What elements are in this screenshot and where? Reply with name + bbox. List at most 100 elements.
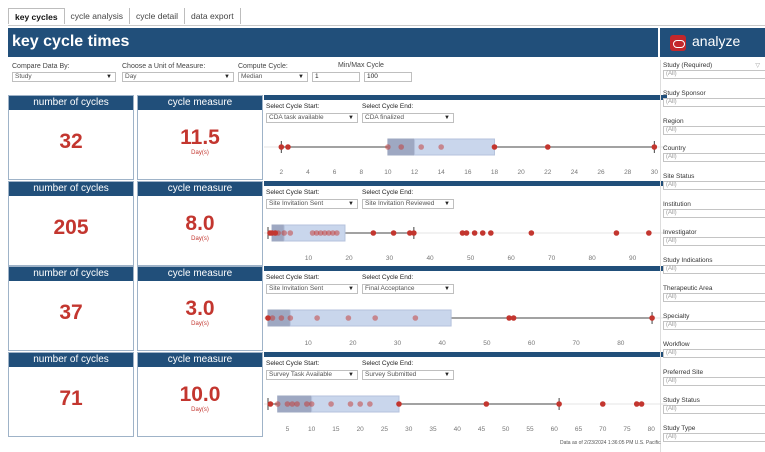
sidebar-filter-value[interactable]: (All): [663, 209, 765, 218]
cycle-start-select[interactable]: Survey Task Available ▼: [266, 370, 358, 380]
min-cycle-input[interactable]: 1: [312, 72, 360, 82]
sidebar-filter-value[interactable]: (All): [663, 377, 765, 386]
data-point: [412, 315, 419, 321]
cycle-count-value: 32: [59, 130, 83, 153]
compute-value: Median: [241, 73, 263, 80]
sidebar-filter[interactable]: Study Type (All): [663, 425, 765, 442]
data-point: [304, 401, 310, 407]
cycle-count-card: number of cycles 32: [8, 95, 134, 180]
page-title: key cycle times: [12, 33, 130, 50]
cycle-count-card: number of cycles 37: [8, 266, 134, 351]
data-point: [347, 401, 354, 407]
tab-cycle-detail[interactable]: cycle detail: [130, 8, 186, 24]
x-tick-label: 8: [359, 169, 363, 176]
x-tick-label: 20: [518, 169, 526, 176]
sidebar-filter[interactable]: Therapeutic Area (All): [663, 285, 765, 302]
sidebar-filter[interactable]: Study Indications (All): [663, 257, 765, 274]
x-tick-label: 25: [381, 426, 389, 433]
x-tick-label: 80: [617, 340, 625, 347]
data-point: [385, 144, 391, 150]
sidebar-filter-value[interactable]: (All): [663, 265, 765, 274]
max-cycle-input[interactable]: 100: [364, 72, 412, 82]
sidebar-filter-value[interactable]: (All): [663, 293, 765, 302]
cycle-measure-card: cycle measure 3.0 Day(s): [137, 266, 263, 351]
sidebar-filter-label: Study Status: [663, 397, 700, 404]
sidebar-filter-value[interactable]: (All): [663, 321, 765, 330]
sidebar-filter-value[interactable]: (All): [663, 126, 765, 135]
brand-logo-icon: [670, 35, 686, 51]
chart-header-bar: [264, 266, 667, 271]
cycle-measure-card: cycle measure 11.5 Day(s): [137, 95, 263, 180]
data-point: [411, 230, 417, 236]
data-point: [269, 315, 276, 321]
cycle-start-value: CDA task available: [269, 114, 324, 121]
chevron-down-icon: ▼: [444, 115, 450, 121]
x-tick-label: 5: [286, 426, 290, 433]
data-point: [367, 401, 373, 407]
sidebar-filter-label: Institution: [663, 201, 691, 208]
sidebar-filter-label: Study Indications: [663, 257, 713, 264]
cycle-start-label: Select Cycle Start:: [266, 103, 320, 110]
x-tick-label: 6: [333, 169, 337, 176]
cycle-measure-header: cycle measure: [138, 182, 262, 196]
cycle-end-select[interactable]: Survey Submitted ▼: [362, 370, 454, 380]
sidebar-filter[interactable]: Institution (All): [663, 201, 765, 218]
sidebar-filter-value[interactable]: (All): [663, 98, 765, 107]
x-tick-label: 65: [575, 426, 583, 433]
data-point: [294, 401, 300, 407]
chevron-down-icon: ▼: [444, 372, 450, 378]
cycle-start-select[interactable]: Site Invitation Sent ▼: [266, 199, 358, 209]
sidebar-filter-value[interactable]: (All): [663, 349, 765, 358]
sidebar-filter[interactable]: Specialty (All): [663, 313, 765, 330]
x-tick-label: 30: [405, 426, 413, 433]
cycle-start-select[interactable]: CDA task available ▼: [266, 113, 358, 123]
cycle-end-label: Select Cycle End:: [362, 274, 414, 281]
sidebar-filter-label: Study (Required): [663, 62, 713, 69]
unit-select[interactable]: Day ▼: [122, 72, 234, 82]
sidebar-filter[interactable]: Preferred Site (All): [663, 369, 765, 386]
sidebar-filter-value[interactable]: (All): [663, 181, 765, 190]
filter-icon[interactable]: ▽: [755, 62, 760, 69]
cycle-count-header: number of cycles: [9, 353, 133, 367]
sidebar-filter-value[interactable]: (All): [663, 405, 765, 414]
data-point: [491, 144, 498, 150]
cycle-end-select[interactable]: CDA finalized ▼: [362, 113, 454, 123]
compare-select[interactable]: Study ▼: [12, 72, 116, 82]
cycle-start-value: Site Invitation Sent: [269, 285, 324, 292]
sidebar-filter[interactable]: Workflow (All): [663, 341, 765, 358]
cycle-end-value: Survey Submitted: [365, 371, 417, 378]
sidebar-filter-value[interactable]: (All): [663, 433, 765, 442]
data-point: [651, 144, 658, 150]
chevron-down-icon: ▼: [348, 372, 354, 378]
sidebar-filter[interactable]: Investigator (All): [663, 229, 765, 246]
tab-data-export[interactable]: data export: [185, 8, 241, 24]
sidebar-filter[interactable]: Region (All): [663, 118, 765, 135]
sidebar-filter[interactable]: Site Status (All): [663, 173, 765, 190]
cycle-measure-value: 3.0: [185, 297, 215, 320]
x-tick-label: 24: [571, 169, 579, 176]
data-point: [308, 401, 315, 407]
cycle-start-select[interactable]: Site Invitation Sent ▼: [266, 284, 358, 294]
tab-cycle-analysis[interactable]: cycle analysis: [65, 8, 130, 24]
data-point: [471, 230, 478, 236]
cycle-measure-header: cycle measure: [138, 96, 262, 110]
sidebar-filter[interactable]: Study Status (All): [663, 397, 765, 414]
sidebar-filter[interactable]: Study (Required) (All) ▽: [663, 62, 765, 79]
sidebar-filter-value[interactable]: (All): [663, 237, 765, 246]
sidebar-filter-value[interactable]: (All): [663, 70, 765, 79]
x-tick-label: 10: [384, 169, 392, 176]
sidebar-filter[interactable]: Country (All): [663, 145, 765, 162]
box-upper: [414, 138, 495, 156]
x-tick-label: 60: [507, 255, 515, 262]
data-point: [396, 401, 402, 407]
cycle-row: number of cycles 32 cycle measure 11.5 Day(s…: [8, 95, 667, 181]
tab-key-cycles[interactable]: key cycles: [8, 8, 65, 24]
cycle-end-select[interactable]: Site Invitation Reviewed ▼: [362, 199, 454, 209]
data-point: [334, 230, 340, 236]
compute-select[interactable]: Median ▼: [238, 72, 308, 82]
sidebar-filter-value[interactable]: (All): [663, 153, 765, 162]
cycle-end-select[interactable]: Final Acceptance ▼: [362, 284, 454, 294]
cycle-measure-header: cycle measure: [138, 353, 262, 367]
sidebar-filter[interactable]: Study Sponsor (All): [663, 90, 765, 107]
cycle-count-header: number of cycles: [9, 96, 133, 110]
